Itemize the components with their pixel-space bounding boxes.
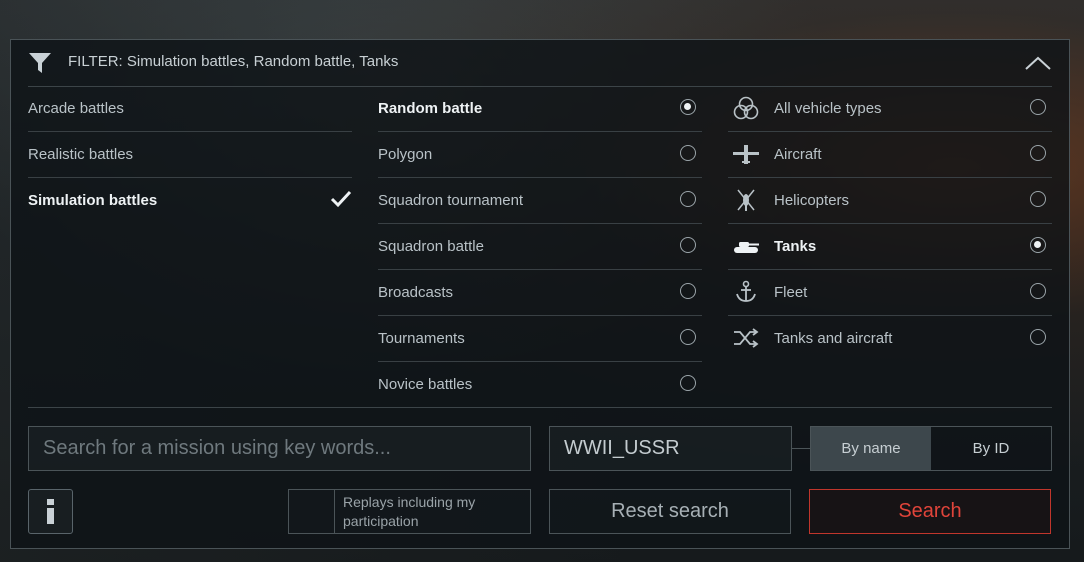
replays-toggle[interactable]: Replays including my participation <box>288 489 531 534</box>
mode-item-random-battle[interactable]: Random battle <box>378 86 702 132</box>
mission-field[interactable] <box>549 426 792 471</box>
filter-header[interactable]: FILTER: Simulation battles, Random battl… <box>11 40 1069 86</box>
search-button[interactable]: Search <box>809 489 1051 534</box>
mode-list: Random battle Polygon Squadron tournamen… <box>378 86 702 407</box>
all-vehicles-icon <box>733 96 759 120</box>
by-name-button[interactable]: By name <box>811 427 931 470</box>
vehicle-label: All vehicle types <box>774 100 882 117</box>
chevron-up-icon[interactable] <box>1023 52 1053 74</box>
vehicle-radio[interactable] <box>1030 145 1046 161</box>
vehicle-label: Fleet <box>774 284 808 301</box>
tank-icon <box>734 242 759 253</box>
mode-radio[interactable] <box>680 145 696 161</box>
filter-panel: FILTER: Simulation battles, Random battl… <box>10 39 1070 549</box>
vehicle-radio[interactable] <box>1030 191 1046 207</box>
mode-radio[interactable] <box>680 99 696 115</box>
mode-item-tournaments[interactable]: Tournaments <box>378 316 702 362</box>
keyword-search-input[interactable] <box>29 427 530 470</box>
mode-radio[interactable] <box>680 191 696 207</box>
mode-label: Broadcasts <box>378 284 454 301</box>
info-icon <box>47 499 54 524</box>
vehicle-radio[interactable] <box>1030 283 1046 299</box>
vehicle-radio[interactable] <box>1030 237 1046 253</box>
mode-radio[interactable] <box>680 329 696 345</box>
mode-item-broadcasts[interactable]: Broadcasts <box>378 270 702 316</box>
difficulty-item-arcade[interactable]: Arcade battles <box>28 86 352 132</box>
difficulty-label: Simulation battles <box>28 192 158 209</box>
difficulty-item-realistic[interactable]: Realistic battles <box>28 132 352 178</box>
mode-radio[interactable] <box>680 283 696 299</box>
checkmark-icon <box>330 190 352 208</box>
mode-label: Random battle <box>378 100 483 117</box>
vehicle-label: Tanks and aircraft <box>774 330 893 347</box>
reset-search-button[interactable]: Reset search <box>549 489 791 534</box>
mode-item-polygon[interactable]: Polygon <box>378 132 702 178</box>
difficulty-label: Realistic battles <box>28 146 134 163</box>
shuffle-icon <box>734 328 759 348</box>
vehicle-label: Helicopters <box>774 192 850 209</box>
vehicle-label: Aircraft <box>774 146 822 163</box>
mode-item-squadron-battle[interactable]: Squadron battle <box>378 224 702 270</box>
mode-item-squadron-tournament[interactable]: Squadron tournament <box>378 178 702 224</box>
mode-radio[interactable] <box>680 375 696 391</box>
difficulty-label: Arcade battles <box>28 100 124 117</box>
vehicle-type-list: All vehicle types Aircraft Helicopters T… <box>728 86 1052 361</box>
difficulty-list: Arcade battles Realistic battles Simulat… <box>28 86 352 223</box>
aircraft-icon <box>733 145 759 164</box>
vehicle-radio[interactable] <box>1030 99 1046 115</box>
vehicle-radio[interactable] <box>1030 329 1046 345</box>
mission-input[interactable] <box>550 427 791 470</box>
mode-label: Squadron battle <box>378 238 484 255</box>
filter-icon <box>29 53 51 73</box>
mode-label: Polygon <box>378 146 433 163</box>
vehicle-item-aircraft[interactable]: Aircraft <box>728 132 1052 178</box>
mode-label: Squadron tournament <box>378 192 524 209</box>
mode-radio[interactable] <box>680 237 696 253</box>
replays-label: Replays including my participation <box>343 494 476 529</box>
vehicle-item-tanks-and-aircraft[interactable]: Tanks and aircraft <box>728 316 1052 361</box>
search-mode-toggle: By name By ID <box>810 426 1052 471</box>
mode-label: Tournaments <box>378 330 465 347</box>
field-connector <box>792 448 810 449</box>
difficulty-item-simulation[interactable]: Simulation battles <box>28 178 352 223</box>
vehicle-item-all[interactable]: All vehicle types <box>728 86 1052 132</box>
vehicle-item-fleet[interactable]: Fleet <box>728 270 1052 316</box>
keyword-search-field[interactable] <box>28 426 531 471</box>
replays-checkbox[interactable] <box>289 490 335 533</box>
mode-label: Novice battles <box>378 376 473 393</box>
vehicle-label: Tanks <box>774 238 817 255</box>
bottom-divider <box>28 407 1052 408</box>
vehicle-item-helicopters[interactable]: Helicopters <box>728 178 1052 224</box>
helicopter-icon <box>737 189 755 211</box>
by-id-button[interactable]: By ID <box>931 427 1051 470</box>
mode-item-novice-battles[interactable]: Novice battles <box>378 362 702 407</box>
vehicle-item-tanks[interactable]: Tanks <box>728 224 1052 270</box>
info-button[interactable] <box>28 489 73 534</box>
anchor-icon <box>736 280 756 302</box>
filter-summary: FILTER: Simulation battles, Random battl… <box>68 53 399 70</box>
